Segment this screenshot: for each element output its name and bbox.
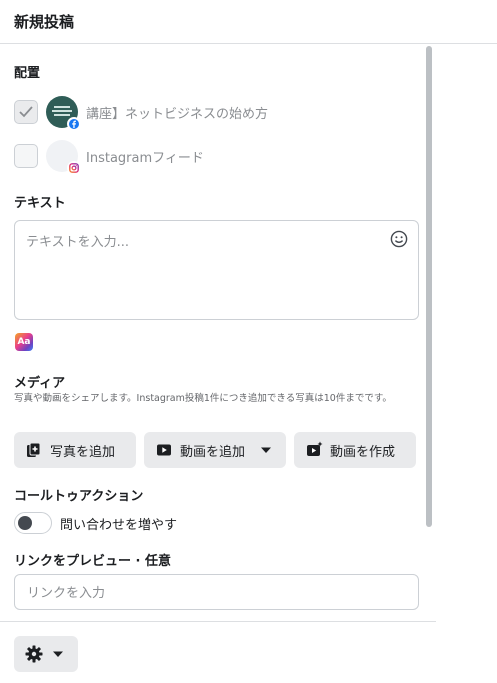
placement-label-instagram: Instagramフィード bbox=[86, 151, 204, 166]
toggle-knob bbox=[18, 516, 32, 530]
instagram-avatar bbox=[46, 140, 81, 175]
footer-divider bbox=[0, 621, 436, 622]
placement-label-page: 講座】ネットビジネスの始め方 bbox=[86, 107, 269, 122]
cta-toggle-label: 問い合わせを増やす bbox=[60, 518, 178, 533]
placement-label: 配置 bbox=[14, 66, 41, 81]
composer-panel bbox=[0, 45, 436, 622]
page-avatar bbox=[46, 96, 81, 131]
create-video-icon bbox=[307, 441, 323, 456]
cta-label: コールトゥアクション bbox=[14, 489, 144, 504]
smiley-icon[interactable] bbox=[390, 230, 408, 248]
scrollbar[interactable] bbox=[426, 46, 432, 527]
settings-button[interactable] bbox=[14, 636, 78, 672]
create-video-button[interactable]: 動画を作成 bbox=[294, 432, 416, 468]
link-input-box bbox=[14, 574, 419, 610]
add-photo-button[interactable]: 写真を追加 bbox=[14, 432, 136, 468]
create-video-label: 動画を作成 bbox=[330, 445, 396, 460]
chevron-down-icon bbox=[261, 447, 271, 453]
instagram-icon bbox=[67, 161, 81, 175]
chevron-down-icon bbox=[53, 651, 63, 657]
check-icon bbox=[19, 106, 33, 118]
facebook-icon bbox=[67, 117, 81, 131]
placement-checkbox-page[interactable] bbox=[14, 100, 38, 124]
placement-checkbox-instagram[interactable] bbox=[14, 144, 38, 168]
link-input[interactable] bbox=[25, 582, 409, 604]
add-video-label: 動画を追加 bbox=[180, 445, 246, 460]
add-video-button[interactable]: 動画を追加 bbox=[144, 432, 286, 468]
video-icon bbox=[157, 444, 171, 456]
add-photo-label: 写真を追加 bbox=[50, 445, 116, 460]
media-label: メディア bbox=[14, 376, 66, 391]
post-text-placeholder: テキストを入力... bbox=[26, 235, 130, 250]
post-text-input[interactable]: テキストを入力... bbox=[14, 220, 419, 320]
text-section-label: テキスト bbox=[14, 196, 66, 211]
dialog-title: 新規投稿 bbox=[14, 13, 75, 31]
dialog-header: 新規投稿 bbox=[0, 0, 497, 44]
cta-toggle[interactable] bbox=[14, 512, 52, 534]
text-format-icon[interactable]: Aa bbox=[15, 333, 33, 351]
media-description: 写真や動画をシェアします。Instagram投稿1件につき追加できる写真は10件… bbox=[14, 393, 392, 404]
gear-icon bbox=[25, 645, 43, 663]
link-preview-label: リンクをプレビュー · 任意 bbox=[14, 554, 171, 569]
add-photo-icon bbox=[27, 442, 41, 457]
